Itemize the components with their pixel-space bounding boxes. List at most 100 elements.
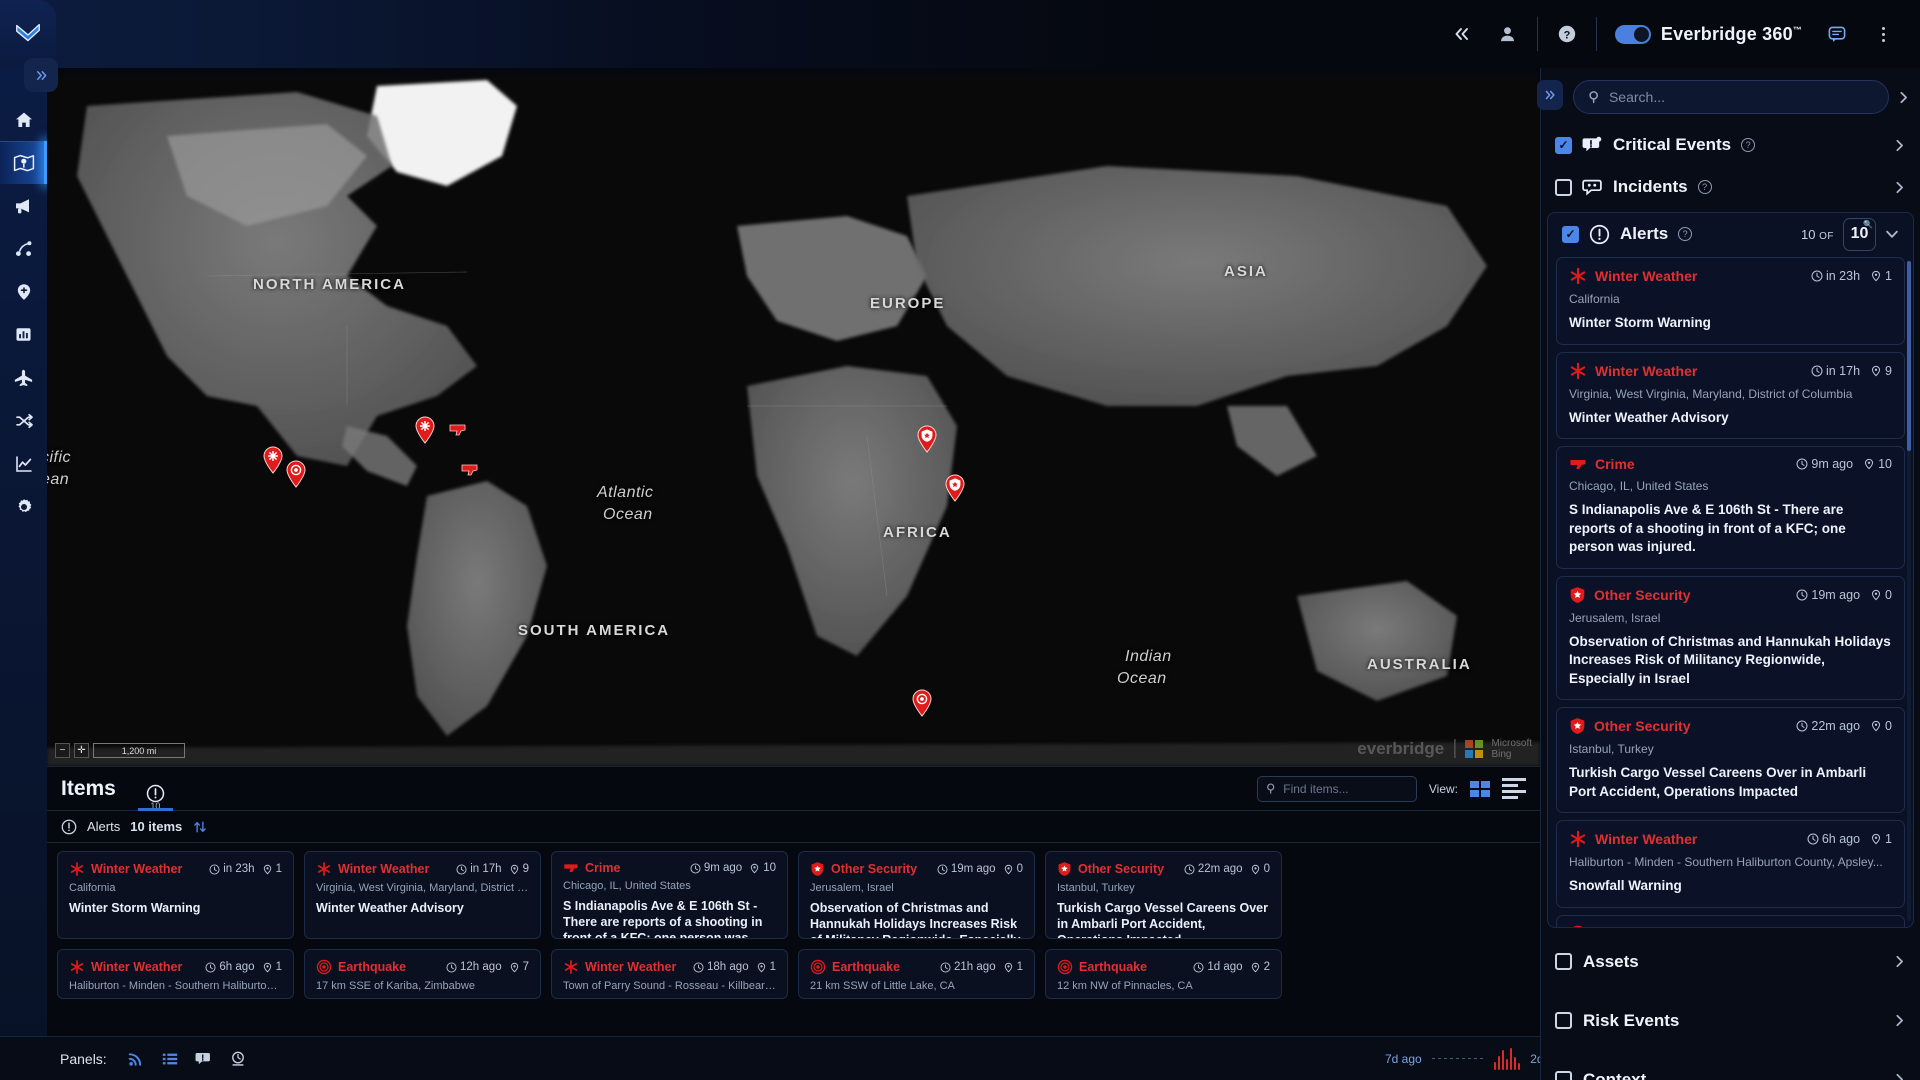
layer-context-checkbox[interactable] <box>1555 1071 1572 1080</box>
layer-risk-events-label: Risk Events <box>1583 1011 1679 1031</box>
zoom-out-button[interactable]: − <box>55 743 70 758</box>
item-card[interactable]: Earthquake 1d ago 2 12 km N <box>1045 949 1282 999</box>
world-map[interactable]: NORTH AMERICA EUROPE ASIA AFRICA SOUTH A… <box>47 76 1540 766</box>
card-meta: 9m ago 10 <box>690 862 776 874</box>
sidebar-item-analytics[interactable] <box>0 442 47 485</box>
user-button[interactable] <box>1485 0 1531 68</box>
layer-incidents[interactable]: Incidents ? <box>1541 166 1920 208</box>
layer-assets[interactable]: Assets <box>1555 932 1906 991</box>
gun-icon <box>563 861 579 875</box>
find-items-box[interactable] <box>1257 776 1417 802</box>
chevron-right-icon <box>1893 181 1906 194</box>
item-card[interactable]: Winter Weather 6h ago 1 Hal <box>57 949 294 999</box>
alert-card[interactable]: Winter Weather 6h ago 1 Hal <box>1556 820 1905 908</box>
map-pin-chicago[interactable] <box>414 416 436 444</box>
map-pin-california[interactable] <box>262 446 284 474</box>
sidebar-item-map[interactable] <box>0 141 47 184</box>
collapse-panel-button[interactable] <box>1439 0 1485 68</box>
sidebar-item-workflows[interactable] <box>0 227 47 270</box>
map-pin-crime-1[interactable] <box>447 418 469 446</box>
alerts-list[interactable]: Winter Weather in 23h 1 Cal <box>1548 255 1913 927</box>
sidebar-item-integrations[interactable] <box>0 399 47 442</box>
layer-incidents-checkbox[interactable] <box>1555 179 1572 196</box>
timeline-track[interactable] <box>1432 1058 1484 1059</box>
feedback-button[interactable] <box>1814 0 1860 68</box>
search-box[interactable] <box>1573 80 1889 114</box>
map-scale-control[interactable]: − ✛ 1,200 mi <box>55 743 185 758</box>
layer-risk-events[interactable]: Risk Events <box>1555 991 1906 1050</box>
item-card[interactable]: Other Security 19m ago 0 Je <box>798 851 1035 939</box>
map-pin-crime-2[interactable] <box>459 458 481 486</box>
zoom-in-button[interactable]: ✛ <box>74 743 89 758</box>
panel-critical-events-button[interactable] <box>187 1042 221 1076</box>
item-card[interactable]: Earthquake 21h ago 1 21 km <box>798 949 1035 999</box>
help-button[interactable]: ? <box>1544 0 1590 68</box>
layer-context[interactable]: Context <box>1555 1050 1906 1080</box>
layer-risk-events-checkbox[interactable] <box>1555 1012 1572 1029</box>
critical-events-info-icon[interactable]: ? <box>1741 138 1755 152</box>
alerts-info-icon[interactable]: ? <box>1678 227 1692 241</box>
item-card[interactable]: Other Security 22m ago 0 Is <box>1045 851 1282 939</box>
view-grid-button[interactable] <box>1470 781 1490 797</box>
panel-list-button[interactable] <box>153 1042 187 1076</box>
search-expand-chevron[interactable] <box>1897 91 1910 104</box>
panel-timeline-button[interactable] <box>221 1042 255 1076</box>
alert-card[interactable]: Crime 9m ago 10 Chicago, IL <box>1556 446 1905 569</box>
item-card[interactable]: Earthquake 12h ago 7 17 km <box>304 949 541 999</box>
expand-rail-button[interactable] <box>24 58 58 92</box>
sidebar-item-home[interactable] <box>0 98 47 141</box>
item-card[interactable]: Winter Weather in 23h 1 Cal <box>57 851 294 939</box>
alert-card[interactable]: Winter Weather in 23h 1 Cal <box>1556 257 1905 345</box>
expand-layers-panel-button[interactable] <box>1537 80 1563 110</box>
everbridge360-toggle[interactable] <box>1615 25 1651 44</box>
layer-critical-events-chevron[interactable] <box>1893 139 1906 152</box>
layer-critical-events-checkbox[interactable] <box>1555 137 1572 154</box>
location-marker-icon <box>1863 458 1875 470</box>
tab-alerts[interactable]: 10 <box>130 767 181 811</box>
map-pin-zimbabwe-earthquake[interactable] <box>911 689 933 717</box>
earthquake-icon <box>316 959 332 975</box>
alert-card[interactable]: Other Security 19m ago 0 Je <box>1556 576 1905 701</box>
map-pin-europe-security[interactable] <box>916 425 938 453</box>
layer-risk-events-chevron[interactable] <box>1893 1014 1906 1027</box>
alert-card[interactable]: Winter Weather in 17h 9 Vir <box>1556 352 1905 440</box>
sort-button[interactable] <box>192 819 208 835</box>
snowflake-icon <box>1569 267 1587 285</box>
sidebar-item-travel[interactable] <box>0 356 47 399</box>
card-meta: 19m ago 0 <box>937 863 1023 875</box>
timeline-marker[interactable] <box>1494 1048 1521 1070</box>
alerts-total-input[interactable]: 10 🔍 <box>1843 218 1876 251</box>
view-list-button[interactable] <box>1502 778 1526 799</box>
search-input[interactable] <box>1609 89 1874 105</box>
sidebar-item-settings[interactable] <box>0 485 47 528</box>
find-items-input[interactable] <box>1283 782 1408 796</box>
more-menu-button[interactable] <box>1860 0 1906 68</box>
layer-assets-chevron[interactable] <box>1893 955 1906 968</box>
item-card[interactable]: Winter Weather in 17h 9 Vir <box>304 851 541 939</box>
item-card[interactable]: Crime 9m ago 10 Chicago, IL <box>551 851 788 939</box>
map-pin-earthquake-ca[interactable] <box>285 460 307 488</box>
item-card[interactable]: Winter Weather 18h ago 1 To <box>551 949 788 999</box>
alert-time-text: 19m ago <box>1811 588 1860 602</box>
sidebar-item-reports[interactable] <box>0 313 47 356</box>
incidents-info-icon[interactable]: ? <box>1698 180 1712 194</box>
alerts-scrollbar-thumb[interactable] <box>1907 261 1911 451</box>
alert-card[interactable]: Other Security 22m ago 0 Is <box>1556 707 1905 813</box>
sidebar-item-notifications[interactable] <box>0 184 47 227</box>
alert-card[interactable]: Earthquake 12h ago 7 <box>1556 915 1905 928</box>
layer-critical-events[interactable]: Critical Events ? <box>1541 124 1920 166</box>
location-marker-icon <box>1003 962 1014 973</box>
map-pin-turkey-security[interactable] <box>944 474 966 502</box>
layer-assets-checkbox[interactable] <box>1555 953 1572 970</box>
layer-context-chevron[interactable] <box>1893 1073 1906 1080</box>
layer-alerts-checkbox[interactable] <box>1562 226 1579 243</box>
location-marker-icon <box>749 863 760 874</box>
layer-incidents-chevron[interactable] <box>1893 181 1906 194</box>
items-count: 10 items <box>130 819 182 834</box>
sidebar-item-locations[interactable] <box>0 270 47 313</box>
alert-header: Other Security 22m ago 0 <box>1569 717 1892 735</box>
layer-alerts-collapse-chevron[interactable] <box>1885 227 1899 241</box>
panel-feed-button[interactable] <box>119 1042 153 1076</box>
layer-critical-events-label: Critical Events <box>1613 135 1731 155</box>
layer-alerts[interactable]: Alerts ? 10 OF 10 🔍 <box>1548 213 1913 255</box>
